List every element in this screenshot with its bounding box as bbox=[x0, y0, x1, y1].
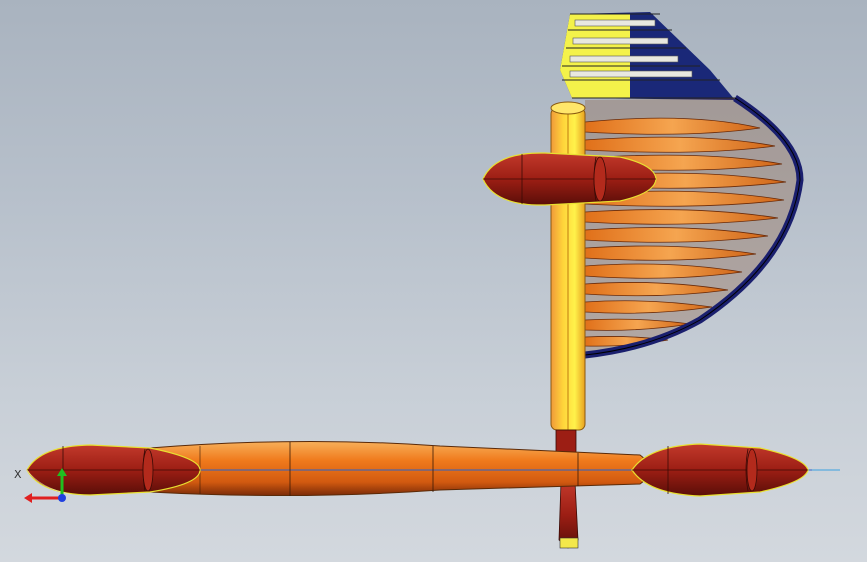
mast[interactable] bbox=[550, 101, 586, 431]
sail-body[interactable] bbox=[584, 95, 804, 359]
upper-pod[interactable] bbox=[482, 152, 657, 206]
x-axis-label: X bbox=[14, 468, 22, 481]
x-axis-arrow bbox=[24, 493, 62, 503]
sail-top-frame[interactable] bbox=[560, 12, 735, 100]
cad-viewport[interactable] bbox=[0, 0, 867, 562]
z-axis-dot bbox=[58, 494, 66, 502]
coordinate-triad: X bbox=[14, 468, 67, 503]
rear-pod[interactable] bbox=[631, 443, 809, 497]
y-axis-arrow bbox=[57, 468, 67, 498]
lower-strut[interactable] bbox=[555, 429, 579, 549]
